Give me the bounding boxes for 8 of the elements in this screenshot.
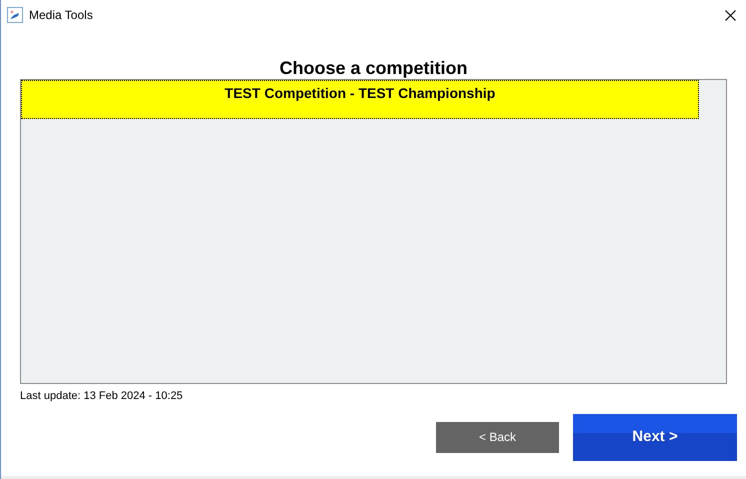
back-button[interactable]: < Back [436,422,559,452]
competition-item[interactable]: TEST Competition - TEST Championship [21,80,699,119]
next-button[interactable]: Next > [573,414,737,460]
close-icon[interactable] [725,10,736,20]
page-heading: Choose a competition [278,57,468,79]
window-title: Media Tools [29,7,93,24]
last-update-text: Last update: 13 Feb 2024 - 10:25 [20,389,184,404]
app-icon [7,7,23,23]
